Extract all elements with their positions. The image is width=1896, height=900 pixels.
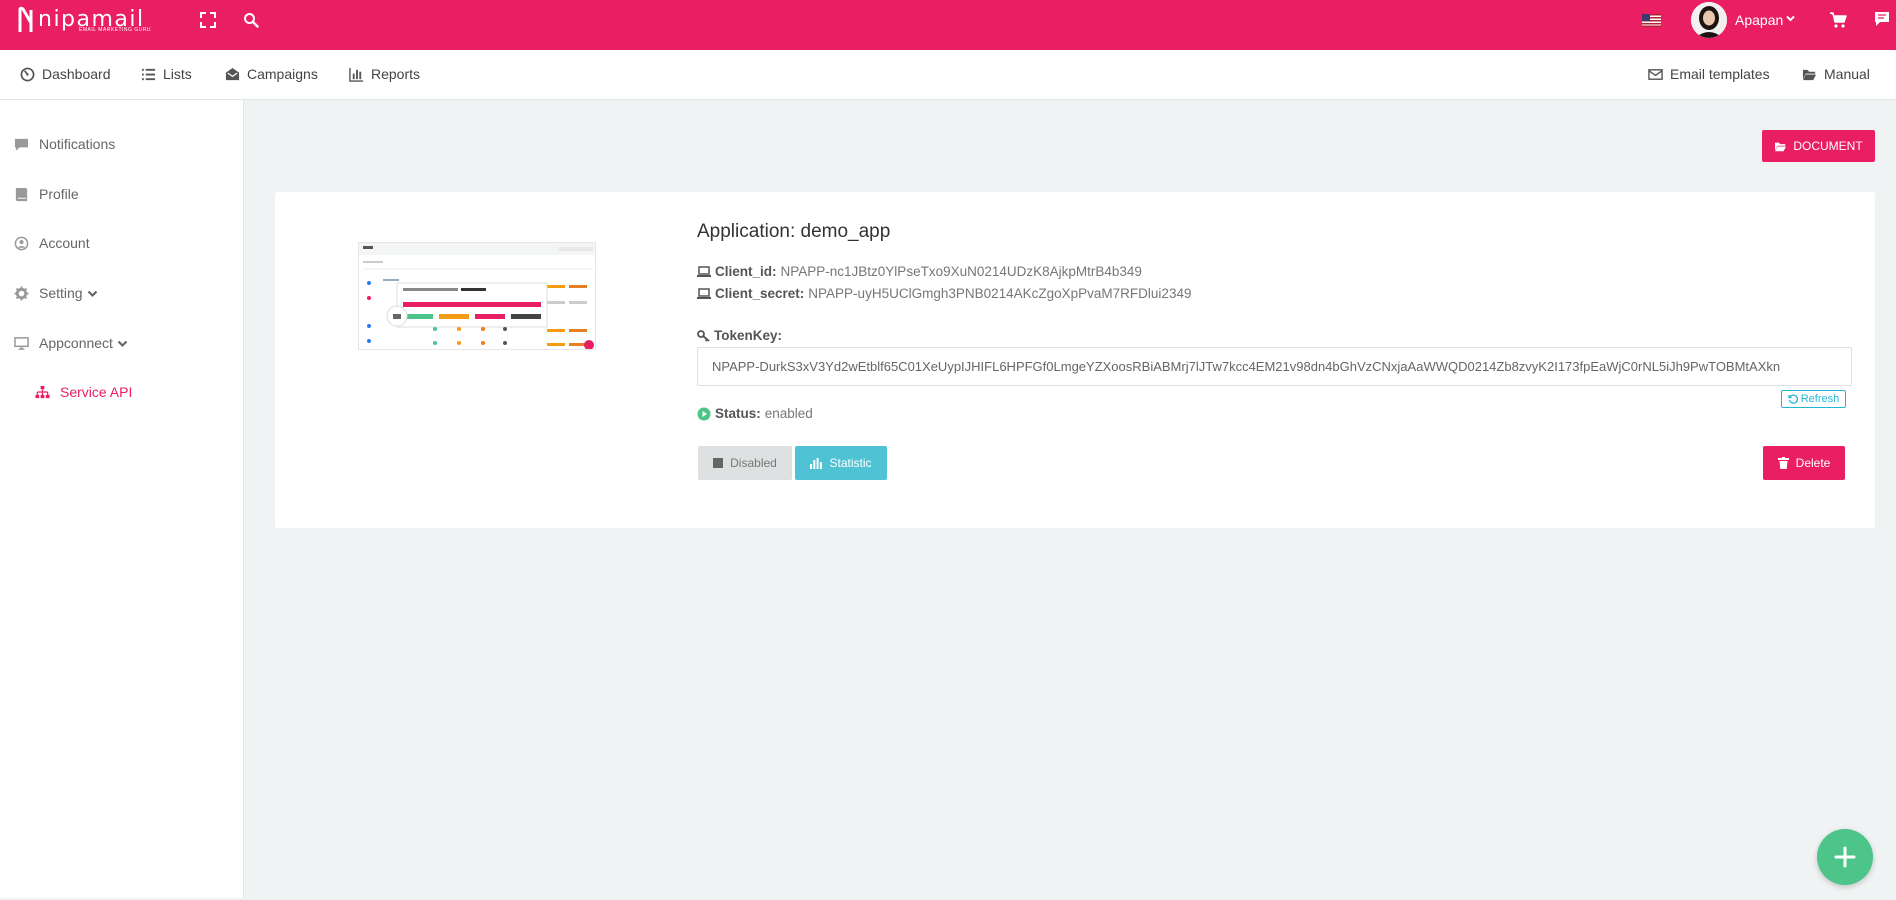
message-icon[interactable] [1874, 11, 1890, 27]
monitor-icon [14, 336, 29, 350]
play-circle-icon [697, 407, 711, 420]
client-secret-row: Client_secret: NPAPP-uyH5UClGmgh3PNB0214… [697, 286, 1191, 301]
refresh-icon [1788, 394, 1798, 404]
token-key-label: TokenKey: [714, 328, 783, 343]
stop-icon [713, 458, 724, 468]
menu-manual[interactable]: Manual [1802, 66, 1870, 82]
refresh-button-label: Refresh [1800, 393, 1840, 405]
document-button-label: DOCUMENT [1793, 139, 1863, 153]
logo-mark-icon [18, 6, 33, 32]
bar-chart-icon [810, 457, 823, 469]
list-icon [141, 68, 156, 80]
menu-dashboard-label: Dashboard [42, 66, 111, 82]
folder-open-icon [1775, 142, 1787, 151]
token-key-field[interactable]: NPAPP-DurkS3xV3Yd2wEtblf65C01XeUypIJHIFL… [697, 347, 1852, 386]
application-title: Application: demo_app [697, 221, 891, 242]
bar-chart-icon [349, 67, 364, 82]
status-label: Status: [715, 406, 761, 421]
menu-email-templates-label: Email templates [1670, 66, 1770, 82]
delete-button-label: Delete [1795, 456, 1831, 470]
sidebar-item-label: Account [39, 235, 90, 251]
laptop-icon [697, 265, 711, 277]
plus-icon [1834, 846, 1856, 868]
search-icon[interactable] [242, 11, 260, 29]
key-icon [697, 329, 710, 342]
sidebar-item-account[interactable]: Account [14, 235, 90, 251]
menu-campaigns[interactable]: Campaigns [225, 66, 318, 82]
refresh-button[interactable]: Refresh [1781, 390, 1846, 408]
document-button[interactable]: DOCUMENT [1762, 130, 1875, 162]
gear-icon [14, 285, 29, 301]
us-flag-icon[interactable] [1642, 14, 1661, 27]
menu-dashboard[interactable]: Dashboard [20, 66, 111, 82]
fullscreen-icon[interactable] [199, 11, 217, 29]
client-secret-label: Client_secret: [715, 286, 805, 301]
disabled-button[interactable]: Disabled [698, 446, 792, 480]
chevron-down-icon [117, 340, 128, 347]
user-photo-icon [1691, 2, 1727, 38]
cart-icon[interactable] [1829, 11, 1847, 29]
menu-reports[interactable]: Reports [349, 66, 420, 82]
application-card: Application: demo_app Client_id: NPAPP-n… [275, 192, 1875, 528]
statistic-button-label: Statistic [829, 456, 872, 470]
sidebar-item-label: Notifications [39, 136, 116, 152]
sidebar: Notifications Profile Account Setting Ap… [0, 100, 244, 898]
trash-icon [1777, 457, 1789, 469]
client-secret-value: NPAPP-uyH5UClGmgh3PNB0214AKcZgoXpPvaM7RF… [808, 286, 1192, 301]
sitemap-icon [35, 385, 50, 398]
token-key-label-row: TokenKey: [697, 328, 782, 343]
sidebar-item-label: Service API [60, 384, 133, 400]
menu-lists-label: Lists [163, 66, 192, 82]
sidebar-item-notifications[interactable]: Notifications [14, 136, 115, 152]
menu-reports-label: Reports [371, 66, 421, 82]
client-id-value: NPAPP-nc1JBtz0YlPseTxo9XuN0214UDzK8AjkpM… [780, 264, 1142, 279]
sidebar-item-label: Setting [39, 285, 83, 301]
menu-campaigns-label: Campaigns [247, 66, 318, 82]
add-fab-button[interactable] [1817, 829, 1873, 885]
status-value: enabled [764, 406, 813, 421]
folder-open-icon [1802, 69, 1817, 80]
sidebar-item-service-api[interactable]: Service API [35, 384, 132, 400]
client-id-label: Client_id: [715, 264, 777, 279]
laptop-icon [697, 287, 711, 299]
lists-screenshot-image [359, 243, 595, 349]
book-icon [15, 187, 28, 201]
envelope-open-icon [225, 67, 240, 80]
menu-manual-label: Manual [1824, 66, 1870, 82]
statistic-button[interactable]: Statistic [795, 446, 887, 480]
top-navbar: nipamail EMAIL MARKETING GURU Apapan [0, 0, 1896, 50]
sidebar-item-setting[interactable]: Setting [14, 285, 98, 301]
disabled-button-label: Disabled [730, 456, 777, 470]
sidebar-item-appconnect[interactable]: Appconnect [14, 335, 128, 351]
brand-logo[interactable]: nipamail [18, 6, 145, 40]
avatar[interactable] [1691, 2, 1727, 38]
menu-email-templates[interactable]: Email templates [1648, 66, 1770, 82]
sidebar-item-label: Appconnect [39, 335, 113, 351]
menu-lists[interactable]: Lists [141, 66, 192, 82]
app-preview-image [358, 242, 596, 350]
delete-button[interactable]: Delete [1763, 446, 1845, 480]
sidebar-item-label: Profile [39, 186, 79, 202]
status-row: Status: enabled [697, 406, 813, 421]
main-menu-bar: Dashboard Lists Campaigns Reports Email … [0, 50, 1896, 100]
user-circle-icon [14, 236, 29, 250]
brand-tagline: EMAIL MARKETING GURU [79, 27, 152, 33]
chevron-down-icon [87, 290, 97, 297]
user-name[interactable]: Apapan [1735, 12, 1783, 28]
envelope-icon [1648, 68, 1663, 80]
client-id-row: Client_id: NPAPP-nc1JBtz0YlPseTxo9XuN021… [697, 264, 1142, 279]
comment-icon [14, 138, 29, 151]
dashboard-icon [20, 67, 35, 81]
sidebar-item-profile[interactable]: Profile [14, 186, 79, 202]
chevron-down-icon[interactable] [1785, 13, 1796, 24]
